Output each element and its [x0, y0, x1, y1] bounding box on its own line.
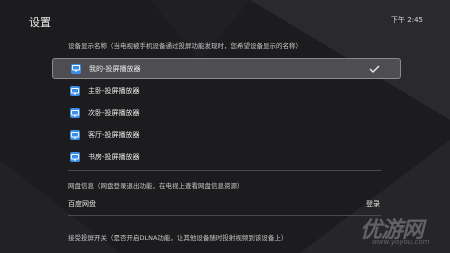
divider	[68, 215, 381, 216]
cloud-section-label: 网盘信息（网盘登录退出功能，在电视上查看网盘信息资源）	[68, 182, 244, 190]
divider	[68, 170, 381, 171]
device-name-option-label: 客厅-投屏播放器	[88, 131, 140, 139]
tv-icon	[70, 130, 80, 140]
page-title: 设置	[29, 16, 51, 29]
baidu-cloud-label: 百度网盘	[68, 200, 96, 208]
device-name-option-label: 主卧-投屏播放器	[88, 87, 140, 95]
tv-icon	[71, 63, 81, 74]
device-name-option[interactable]: 主卧-投屏播放器	[52, 80, 401, 102]
login-button[interactable]: 登录	[366, 199, 380, 209]
device-name-option[interactable]: 客厅-投屏播放器	[52, 124, 401, 146]
clock: 下午 2:45	[391, 16, 423, 24]
device-name-option[interactable]: 我的-投屏播放器	[52, 58, 401, 79]
device-name-option-label: 次卧-投屏播放器	[88, 109, 140, 117]
cast-switch-label[interactable]: 接受投屏开关（是否开启DLNA功能，让其他设备随时投射视频到该设备上）	[68, 232, 287, 242]
tv-icon	[70, 86, 80, 96]
tv-icon	[70, 152, 80, 162]
device-name-option-label: 书房-投屏播放器	[88, 153, 140, 161]
device-name-section-label: 设备显示名称（当电视被手机设备通过投屏功能发现时，您希望设备显示的名称）	[68, 42, 302, 50]
watermark-url: www.yoyou.com	[372, 238, 430, 246]
device-name-option[interactable]: 次卧-投屏播放器	[52, 102, 401, 124]
device-name-option-label: 我的-投屏播放器	[89, 64, 141, 73]
device-name-list: 我的-投屏播放器 主卧-投屏播放器 次卧-投屏播放器 客厅-投屏播放器 书房-投…	[52, 58, 401, 168]
settings-screen: 设置 下午 2:45 设备显示名称（当电视被手机设备通过投屏功能发现时，您希望设…	[0, 0, 450, 253]
tv-icon	[70, 108, 80, 118]
checkmark-icon	[369, 65, 380, 73]
device-name-option[interactable]: 书房-投屏播放器	[52, 146, 401, 168]
